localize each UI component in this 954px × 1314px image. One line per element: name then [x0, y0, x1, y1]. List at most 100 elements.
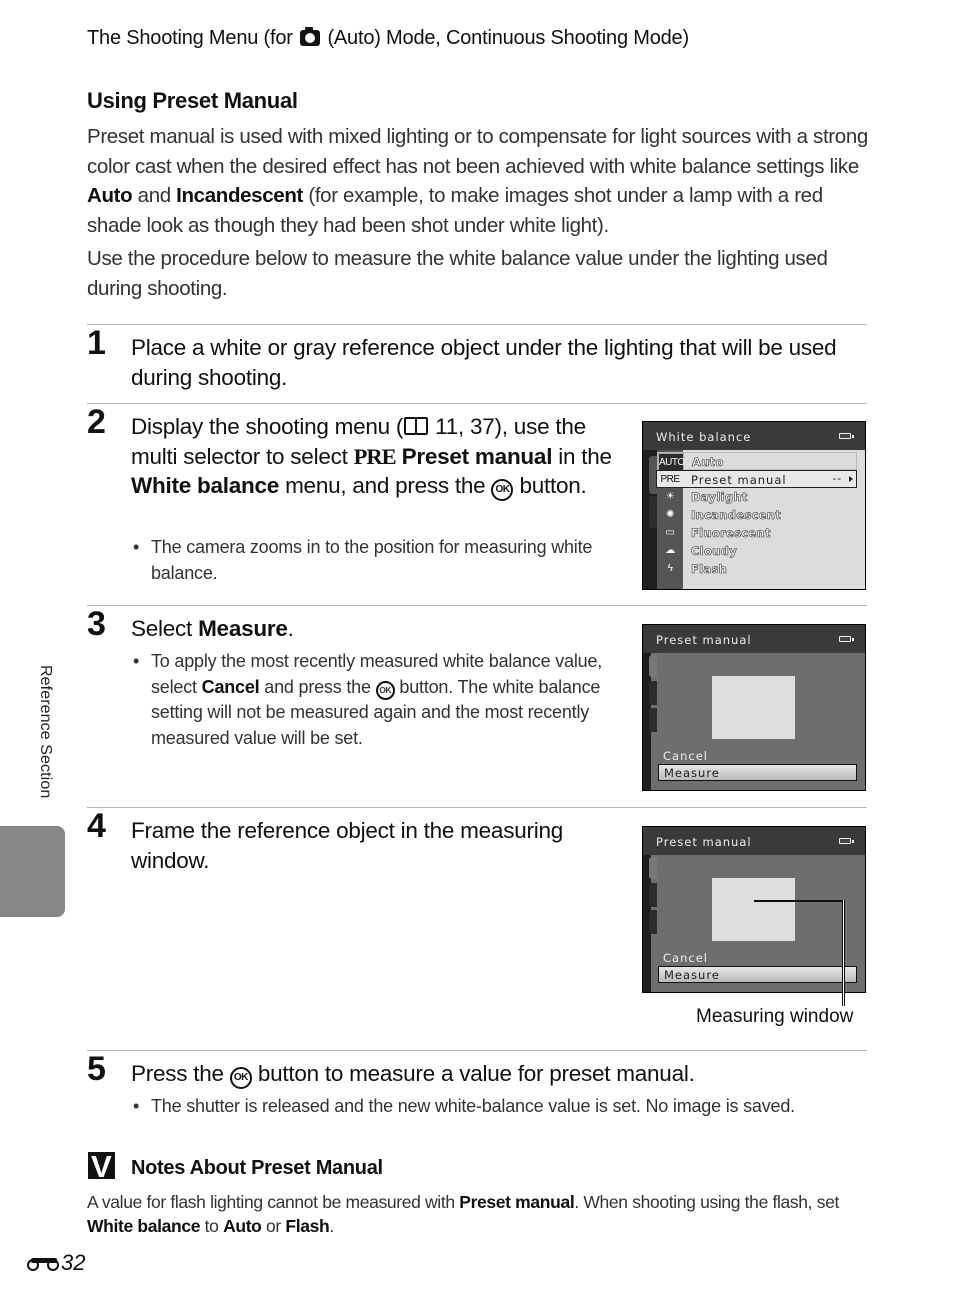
side-section-label: Reference Section	[37, 665, 54, 799]
preset-icon: PRE	[660, 474, 680, 485]
wb-option-fluorescent[interactable]: ▭ Fluorescent	[657, 524, 857, 542]
menu-tab	[649, 857, 657, 879]
option-label: Incandescent	[691, 508, 782, 523]
divider	[87, 605, 867, 606]
wb-option-incandescent[interactable]: ✺ Incandescent	[657, 506, 857, 524]
preset-manual-icon: PRE	[353, 443, 397, 469]
menu-tab	[649, 681, 657, 705]
intro-paragraph: Preset manual is used with mixed lightin…	[87, 122, 872, 240]
screen-title: Preset manual	[656, 835, 752, 849]
ok-button-icon: OK	[229, 1067, 252, 1089]
step-number: 5	[87, 1050, 106, 1088]
reference-section-icon	[27, 1255, 61, 1271]
header-prefix: The Shooting Menu (for	[87, 27, 293, 49]
screen-header: Preset manual	[643, 827, 865, 855]
option-label: Preset manual	[691, 473, 787, 487]
measure-option[interactable]: Measure	[658, 966, 857, 983]
menu-tab	[649, 655, 657, 677]
note-text: . When shooting using the flash, set	[574, 1192, 839, 1212]
measuring-window	[712, 878, 795, 941]
book-reference-icon	[404, 417, 429, 435]
wb-option-auto[interactable]: AUTO Auto	[657, 452, 857, 471]
wb-option-cloudy[interactable]: ☁ Cloudy	[657, 542, 857, 560]
divider	[87, 807, 867, 808]
measuring-window	[712, 676, 795, 739]
divider	[87, 403, 867, 404]
note-body: A value for flash lighting cannot be mea…	[87, 1191, 877, 1238]
screen-header: White balance	[643, 422, 865, 450]
bold-flash: Flash	[285, 1215, 330, 1236]
incandescent-icon: ✺	[666, 509, 674, 520]
battery-icon	[839, 838, 854, 844]
step-text: in the	[558, 443, 612, 469]
cancel-option[interactable]: Cancel	[663, 749, 708, 763]
option-label: Cloudy	[691, 544, 737, 559]
step-number: 4	[87, 807, 106, 845]
step-5-bullet: The shutter is released and the new whit…	[133, 1094, 871, 1120]
preset-manual-screen-framing: Preset manual Cancel Measure	[642, 826, 866, 993]
option-label: Daylight	[691, 490, 748, 505]
step-number: 1	[87, 324, 106, 362]
callout-line	[754, 900, 844, 902]
option-label: Fluorescent	[691, 526, 771, 541]
note-text: A value for flash lighting cannot be mea…	[87, 1192, 455, 1212]
section-tab	[0, 826, 65, 917]
wb-option-preset-manual[interactable]: PRE Preset manual --	[656, 470, 857, 488]
option-label: Auto	[692, 455, 724, 470]
menu-tab	[649, 910, 657, 934]
procedure-intro: Use the procedure below to measure the w…	[87, 247, 828, 300]
header-suffix: (Auto) Mode, Continuous Shooting Mode)	[327, 27, 689, 49]
intro-bold-auto: Auto	[87, 184, 133, 207]
bold-measure: Measure	[198, 616, 288, 641]
fluorescent-icon: ▭	[665, 527, 675, 538]
running-header: The Shooting Menu (for (Auto) Mode, Cont…	[87, 27, 689, 50]
note-title: Notes About Preset Manual	[131, 1157, 383, 1179]
step-text: button.	[519, 473, 587, 498]
divider	[87, 324, 867, 325]
step-number: 3	[87, 605, 106, 643]
menu-tab	[649, 502, 657, 528]
step-5-text: Press the OK button to measure a value f…	[131, 1059, 695, 1089]
wb-option-flash[interactable]: ϟ Flash	[657, 560, 857, 578]
menu-tab	[649, 708, 657, 732]
bullet-text: and press the	[264, 676, 371, 697]
step-3-bullet: To apply the most recently measured whit…	[133, 649, 611, 751]
note-check-icon	[88, 1149, 115, 1185]
step-text: .	[287, 616, 294, 641]
note-text: .	[329, 1215, 334, 1236]
battery-icon	[839, 433, 854, 439]
step-text: Press the	[131, 1061, 224, 1086]
menu-tab	[649, 883, 657, 907]
measure-option[interactable]: Measure	[658, 764, 857, 781]
bold-preset-manual: Preset manual	[459, 1192, 575, 1212]
cloudy-icon: ☁	[665, 545, 675, 556]
screen-title: White balance	[656, 430, 752, 444]
step-text: Display the shooting menu (	[131, 414, 404, 439]
step-number: 2	[87, 403, 106, 441]
intro-text: and	[137, 184, 172, 207]
note-text: to	[204, 1215, 219, 1236]
screen-header: Preset manual	[643, 625, 865, 653]
step-1-text: Place a white or gray reference object u…	[131, 335, 837, 390]
step-3-text: Select Measure.	[131, 614, 294, 644]
white-balance-screen: White balance AUTO Auto PRE Preset manua…	[642, 421, 866, 590]
bold-preset-manual: Preset manual	[401, 443, 553, 469]
ok-button-icon: OK	[491, 479, 514, 501]
page-number: 32	[27, 1250, 85, 1276]
preset-manual-screen: Preset manual Cancel Measure	[642, 624, 866, 791]
auto-icon: AUTO	[658, 453, 685, 471]
step-2-text: Display the shooting menu ( 11, 37), use…	[131, 412, 621, 501]
note-text: or	[266, 1215, 281, 1236]
cancel-option[interactable]: Cancel	[663, 951, 708, 965]
step-4-text: Frame the reference object in the measur…	[131, 818, 563, 873]
camera-auto-icon	[300, 27, 321, 46]
bold-cancel: Cancel	[201, 676, 260, 697]
bold-white-balance: White balance	[87, 1215, 201, 1236]
step-text: button to measure a value for preset man…	[257, 1061, 695, 1086]
section-title: Using Preset Manual	[87, 88, 298, 113]
battery-icon	[839, 636, 854, 642]
wb-option-daylight[interactable]: ☀ Daylight	[657, 488, 857, 506]
option-label: Flash	[691, 562, 728, 577]
chevron-right-icon	[849, 476, 853, 482]
daylight-icon: ☀	[665, 491, 675, 502]
